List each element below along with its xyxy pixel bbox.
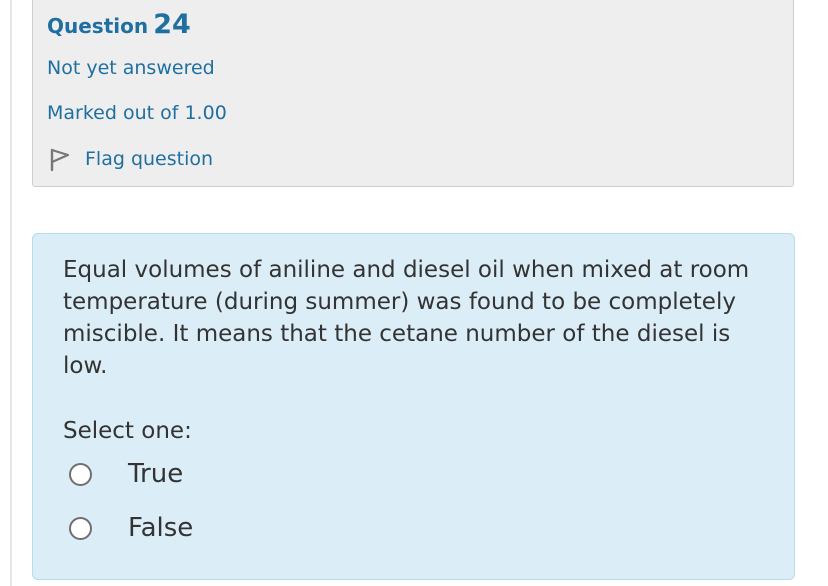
quiz-page: Question 24 Not yet answered Marked out … [0, 0, 828, 586]
radio-button-true[interactable] [69, 462, 92, 486]
question-state: Not yet answered [47, 57, 215, 79]
question-text: Equal volumes of aniline and diesel oil … [63, 257, 750, 379]
answer-label-false: False [128, 513, 194, 543]
flag-question-button[interactable]: Flag question [47, 146, 213, 172]
answer-label-true: True [128, 459, 184, 489]
question-label: Question [47, 14, 149, 38]
question-info-panel: Question 24 Not yet answered Marked out … [32, 0, 794, 187]
answer-option-true[interactable]: True [69, 459, 183, 489]
answer-option-false[interactable]: False [69, 513, 193, 543]
page-divider [10, 0, 12, 586]
question-content-panel: Equal volumes of aniline and diesel oil … [32, 233, 795, 580]
radio-button-false[interactable] [69, 516, 92, 540]
question-number: 24 [153, 9, 191, 40]
question-heading: Question 24 [47, 9, 191, 40]
answer-prompt: Select one: [63, 418, 192, 444]
question-grade: Marked out of 1.00 [47, 102, 227, 124]
flag-outline-icon [47, 146, 73, 172]
flag-question-label: Flag question [85, 148, 214, 170]
